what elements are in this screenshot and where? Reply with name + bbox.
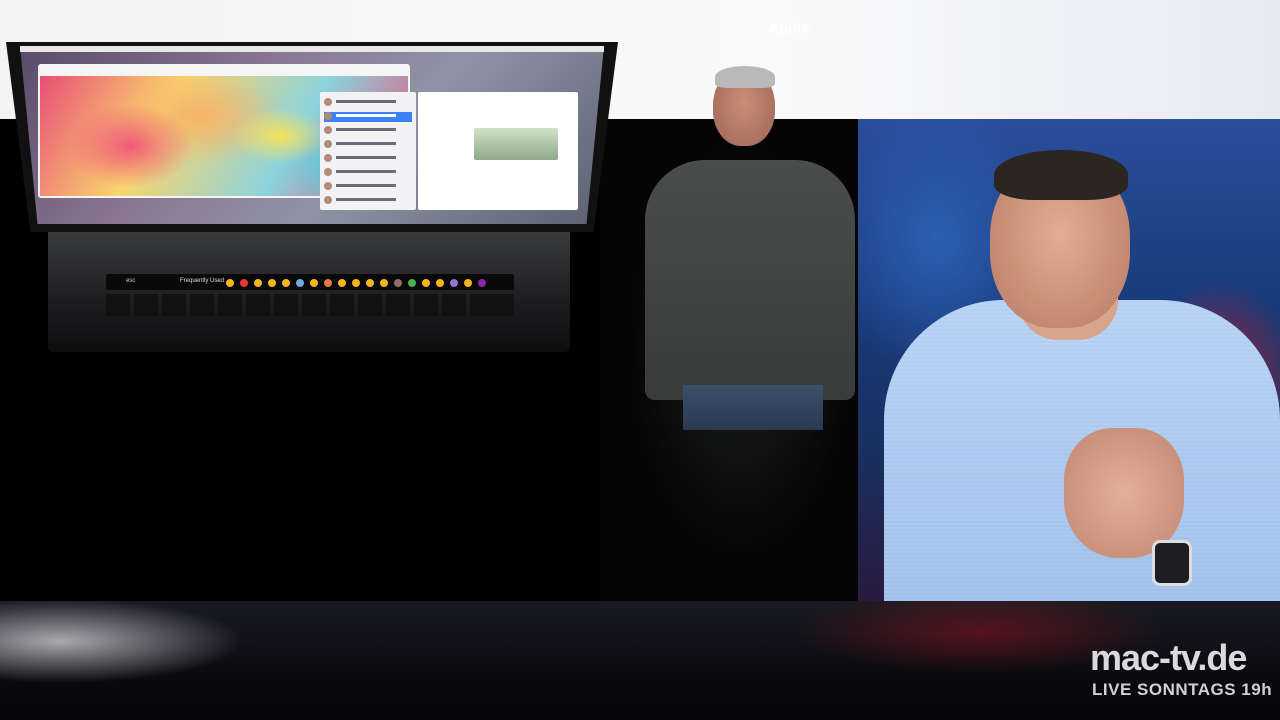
emoji-icon: [422, 279, 430, 287]
list-item: [324, 168, 412, 178]
emoji-icon: [464, 279, 472, 287]
host-hair: [994, 150, 1128, 200]
emoji-icon: [324, 279, 332, 287]
presenter-hair: [715, 66, 775, 88]
heart-emoji-icon: [240, 279, 248, 287]
emoji-icon: [394, 279, 402, 287]
touch-bar-frequently-used-label: Frequently Used: [180, 278, 225, 284]
emoji-icon: [296, 279, 304, 287]
bike-photo: [474, 128, 558, 160]
keyboard-key: [442, 294, 466, 316]
keyboard-key: [274, 294, 298, 316]
keyboard-key: [134, 294, 158, 316]
messages-conversation-list: [320, 92, 416, 210]
presenter-shirt: [645, 160, 855, 400]
emoji-icon: [408, 279, 416, 287]
list-item: [324, 126, 412, 136]
emoji-icon: [352, 279, 360, 287]
keyboard-key: [246, 294, 270, 316]
emoji-icon: [380, 279, 388, 287]
channel-schedule-text: LIVE SONNTAGS 19h: [1092, 680, 1273, 699]
list-item: [324, 112, 412, 122]
keyboard-key: [302, 294, 326, 316]
keyboard-key: [330, 294, 354, 316]
channel-logo-text: mac-tv.de: [1090, 637, 1247, 678]
emoji-icon: [366, 279, 374, 287]
macos-menubar: [20, 46, 604, 52]
emoji-icon: [338, 279, 346, 287]
bottom-background-band: [0, 601, 1280, 720]
emoji-icon: [436, 279, 444, 287]
keyboard-key: [414, 294, 438, 316]
emoji-icon: [450, 279, 458, 287]
emoji-icon: [226, 279, 234, 287]
host-hand: [1064, 428, 1184, 558]
touch-bar-esc-key: esc: [126, 278, 136, 284]
list-item: [324, 154, 412, 164]
keynote-source-label: Apple: [768, 20, 810, 37]
emoji-icon: [310, 279, 318, 287]
macbook-keyboard-deck: [48, 232, 570, 352]
list-item: [324, 140, 412, 150]
emoji-icon: [254, 279, 262, 287]
emoji-icon: [282, 279, 290, 287]
list-item: [324, 98, 412, 108]
keyboard-key: [106, 294, 130, 316]
keyboard-key: [190, 294, 214, 316]
keyboard-key: [162, 294, 186, 316]
list-item: [324, 182, 412, 192]
presenter-jeans: [683, 385, 823, 430]
keyboard-key: [358, 294, 382, 316]
keyboard-key: [218, 294, 242, 316]
keyboard-number-row: [106, 294, 514, 318]
emoji-icon: [478, 279, 486, 287]
keyboard-key: [386, 294, 410, 316]
smartwatch-icon: [1152, 540, 1192, 586]
keyboard-key: [470, 294, 514, 316]
list-item: [324, 196, 412, 206]
emoji-icon: [268, 279, 276, 287]
